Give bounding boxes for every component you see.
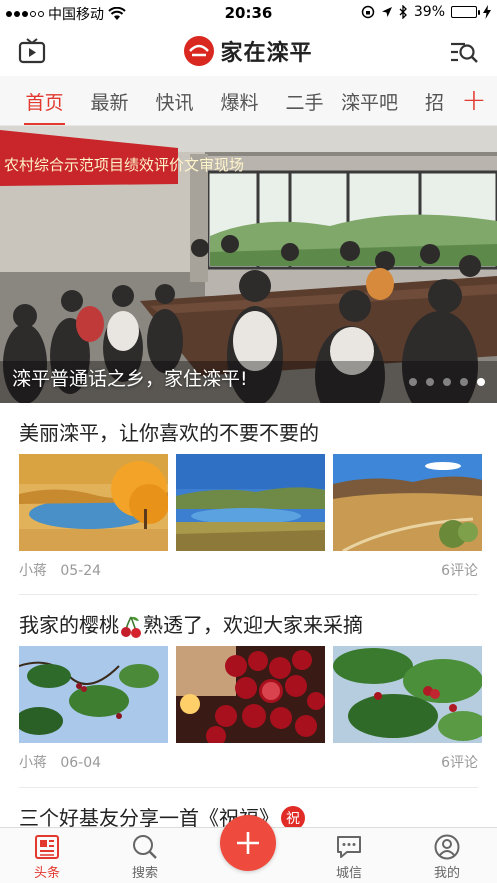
status-right: 39% <box>361 4 491 20</box>
app-logo: 家在滦平 <box>0 35 497 67</box>
article-author: 小蒋 <box>19 563 47 579</box>
bottom-navigation: 头条 搜索 城信 我的 <box>0 815 497 883</box>
bluetooth-icon <box>399 5 407 19</box>
app-header: 家在滦平 <box>0 26 497 76</box>
thumbnail-hills-road <box>333 454 482 551</box>
thumbnail-autumn-lake <box>19 454 168 551</box>
nav-city-message[interactable]: 城信 <box>314 834 384 881</box>
carousel-indicator <box>409 378 485 386</box>
nav-label: 搜索 <box>131 866 158 881</box>
newspaper-icon <box>35 835 59 859</box>
carousel-dot[interactable] <box>460 378 468 386</box>
rotation-lock-icon <box>361 5 375 19</box>
article-title-part: 熟透了，欢迎大家来采摘 <box>143 613 363 637</box>
nav-label: 头条 <box>33 866 60 881</box>
thumbnail-blue-lake <box>176 454 325 551</box>
tab-item[interactable]: 首页 <box>12 76 77 125</box>
article-meta: 小蒋 05-24 6评论 <box>19 560 478 580</box>
location-icon <box>381 7 392 17</box>
list-search-icon[interactable] <box>449 39 479 65</box>
article-comments[interactable]: 6评论 <box>441 560 478 580</box>
article-date: 05-24 <box>60 563 102 579</box>
tab-item[interactable]: 最新 <box>77 76 142 125</box>
nav-profile[interactable]: 我的 <box>412 834 482 881</box>
plus-icon <box>237 832 259 854</box>
article-author: 小蒋 <box>19 755 47 771</box>
publish-button[interactable] <box>220 815 276 871</box>
tab-list: 首页 最新 快讯 爆料 二手 滦平吧招 <box>0 76 467 125</box>
carousel-dot[interactable] <box>409 378 417 386</box>
carousel-dot[interactable] <box>477 378 485 386</box>
article-title-part: 我家的樱桃 <box>19 613 119 637</box>
banner-sign-text: 农村综合示范项目绩效评价文审现场 <box>4 156 244 174</box>
tab-item[interactable]: 二手 <box>272 76 337 125</box>
add-channel-button[interactable]: + <box>451 76 497 125</box>
channel-tabs: 首页 最新 快讯 爆料 二手 滦平吧招 + <box>0 76 497 126</box>
cherry-emoji-icon <box>121 616 141 638</box>
nav-headlines[interactable]: 头条 <box>12 834 82 881</box>
nav-label: 我的 <box>433 866 460 881</box>
logo-mark-icon <box>184 36 215 66</box>
banner-caption: 滦平普通话之乡，家住滦平! <box>12 368 248 390</box>
battery-icon <box>451 6 480 18</box>
article-title: 我家的樱桃 熟透了，欢迎大家来采摘 <box>19 609 363 639</box>
tab-item[interactable]: 滦平吧 <box>337 76 402 125</box>
banner-photo: 农村综合示范项目绩效评价文审现场 <box>0 126 497 403</box>
nav-search[interactable]: 搜索 <box>110 834 180 881</box>
nav-label: 城信 <box>335 866 362 881</box>
article-meta: 小蒋 06-04 6评论 <box>19 752 478 772</box>
thumbnail-cherry-branch <box>333 646 482 743</box>
tab-item[interactable]: 爆料 <box>207 76 272 125</box>
article-comments[interactable]: 6评论 <box>441 752 478 772</box>
battery-percent: 39% <box>413 4 445 20</box>
divider <box>19 594 478 595</box>
chat-icon <box>337 836 361 858</box>
charging-icon <box>483 5 491 19</box>
article-card[interactable]: 美丽滦平，让你喜欢的不要不要的 小蒋 05-24 6评论 <box>0 403 497 595</box>
carousel-dot[interactable] <box>426 378 434 386</box>
carousel-dot[interactable] <box>443 378 451 386</box>
status-bar: 中国移动 20:36 39% <box>0 0 497 26</box>
plus-icon: + <box>461 83 487 118</box>
app-name: 家在滦平 <box>220 41 313 66</box>
article-card[interactable]: 我家的樱桃 熟透了，欢迎大家来采摘 小蒋 06-04 6评论 <box>0 596 497 788</box>
banner-carousel[interactable]: 农村综合示范项目绩效评价文审现场 滦平普通话之乡，家住滦平! <box>0 126 497 403</box>
tab-item[interactable]: 快讯 <box>142 76 207 125</box>
thumbnail-cherry-bowl <box>176 646 325 743</box>
article-title: 美丽滦平，让你喜欢的不要不要的 <box>19 421 319 445</box>
thumbnail-cherry-tree <box>19 646 168 743</box>
article-date: 06-04 <box>60 755 102 771</box>
search-icon <box>133 835 157 859</box>
profile-icon <box>434 834 460 860</box>
